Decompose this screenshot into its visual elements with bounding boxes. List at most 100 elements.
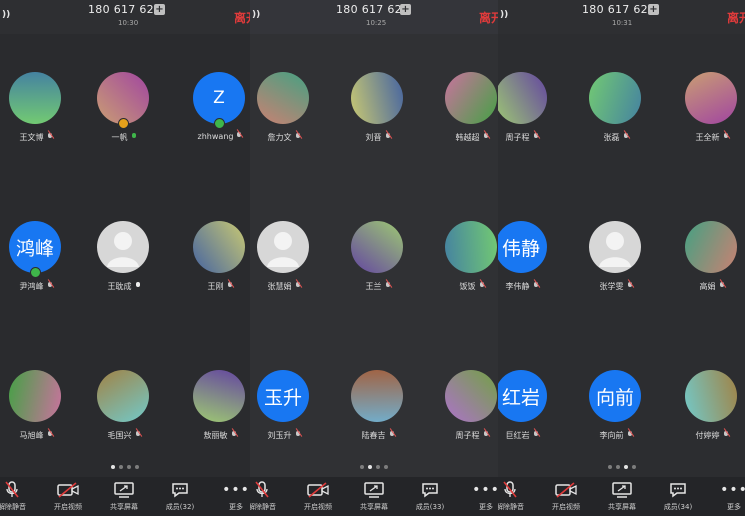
participant-name-row: 李伟静 <box>498 281 558 292</box>
participant-name: 王耽成 <box>107 282 132 291</box>
participant-tile[interactable]: 周子程 <box>498 72 558 162</box>
members-button[interactable]: 成员(33) <box>405 481 455 512</box>
speaker-icon[interactable]: )) <box>252 10 260 20</box>
mic-icon <box>131 133 137 141</box>
more-icon: ••• <box>472 482 498 498</box>
participant-tile[interactable]: Zzhhwang <box>184 72 250 162</box>
participant-tile[interactable]: 王耽成 <box>88 221 160 311</box>
unmute-button[interactable]: 解除静音 <box>0 481 37 512</box>
avatar-photo <box>9 370 61 422</box>
page-dot[interactable] <box>623 465 628 469</box>
shield-icon[interactable]: + <box>154 4 165 15</box>
participant-name: 一帆 <box>111 133 128 142</box>
participant-tile[interactable]: 刘晋 <box>342 72 414 162</box>
page-indicator[interactable] <box>498 465 745 469</box>
leave-button[interactable]: 离开 <box>479 9 498 26</box>
share-screen-icon <box>349 481 399 499</box>
video-off-icon <box>541 481 591 499</box>
participant-name: 巨红岩 <box>505 431 530 440</box>
members-button[interactable]: 成员(32) <box>155 481 205 512</box>
shield-icon[interactable]: + <box>400 4 411 15</box>
shield-icon[interactable]: + <box>648 4 659 15</box>
participant-tile[interactable]: 毛国兴 <box>88 370 160 460</box>
start-video-button[interactable]: 开启视频 <box>43 481 93 512</box>
members-button[interactable]: 成员(34) <box>653 481 703 512</box>
mic-muted-icon <box>47 282 53 290</box>
page-dot[interactable] <box>607 465 612 469</box>
host-badge-icon <box>118 118 129 129</box>
page-dot[interactable] <box>135 465 139 469</box>
avatar-photo <box>193 221 245 273</box>
participant-tile[interactable]: 周子程 <box>436 370 498 460</box>
page-dot[interactable] <box>376 465 380 469</box>
meeting-time: 10:31 <box>612 19 633 27</box>
speaker-icon[interactable]: )) <box>2 10 10 20</box>
share-label: 共享屏幕 <box>110 503 138 511</box>
more-button[interactable]: ••• 更多 <box>461 481 498 512</box>
participant-tile[interactable]: 王全新 <box>676 72 745 162</box>
more-label: 更多 <box>229 503 243 511</box>
participant-tile[interactable]: 敖丽敏 <box>184 370 250 460</box>
meeting-number: 180 617 623 <box>88 3 162 16</box>
participant-name-row: 刘晋 <box>342 132 414 143</box>
share-screen-button[interactable]: 共享屏幕 <box>349 481 399 512</box>
page-indicator[interactable] <box>250 465 498 469</box>
participant-tile[interactable]: 玉升 刘玉升 <box>250 370 320 460</box>
participant-tile[interactable]: 韩越超 <box>436 72 498 162</box>
speaker-icon[interactable]: )) <box>500 10 508 20</box>
participant-tile[interactable]: 一帆 <box>88 72 160 162</box>
participant-tile[interactable]: 陆春吉 <box>342 370 414 460</box>
mute-label: 解除静音 <box>498 503 524 511</box>
participant-tile[interactable]: 红岩 巨红岩 <box>498 370 558 460</box>
participant-name: 李伟静 <box>505 282 530 291</box>
participant-name-row: 王耽成 <box>88 281 160 292</box>
start-video-button[interactable]: 开启视频 <box>541 481 591 512</box>
participant-tile[interactable]: 王文博 <box>0 72 72 162</box>
call-header: )) 180 617 623 +10:25 离开 <box>250 0 498 34</box>
page-dot[interactable] <box>111 465 115 469</box>
page-indicator[interactable] <box>0 465 250 469</box>
participant-name-row: 詹力文 <box>250 132 320 143</box>
participant-tile[interactable]: 饭饭 <box>436 221 498 311</box>
leave-button[interactable]: 离开 <box>727 9 745 26</box>
avatar-initials: 伟静 <box>498 221 547 273</box>
page-dot[interactable] <box>615 465 620 469</box>
more-button[interactable]: ••• 更多 <box>211 481 250 512</box>
participant-tile[interactable]: 伟静李伟静 <box>498 221 558 311</box>
participant-tile[interactable]: 马旭峰 <box>0 370 72 460</box>
unmute-button[interactable]: 解除静音 <box>250 481 287 512</box>
start-video-button[interactable]: 开启视频 <box>293 481 343 512</box>
share-screen-button[interactable]: 共享屏幕 <box>597 481 647 512</box>
unmute-button[interactable]: 解除静音 <box>498 481 535 512</box>
participant-tile[interactable]: 王兰 <box>342 221 414 311</box>
page-dot[interactable] <box>384 465 388 469</box>
participant-tile[interactable]: 王刚 <box>184 221 250 311</box>
members-icon <box>155 481 205 499</box>
participant-tile[interactable]: 鸿峰 尹鸿峰 <box>0 221 72 311</box>
participant-tile[interactable]: 詹力文 <box>250 72 320 162</box>
meeting-time: 10:25 <box>366 19 387 27</box>
mic-muted-icon <box>250 481 287 499</box>
default-avatar-icon <box>97 221 149 273</box>
share-screen-button[interactable]: 共享屏幕 <box>99 481 149 512</box>
more-button[interactable]: ••• 更多 <box>709 481 745 512</box>
participant-name-row: 刘玉升 <box>250 430 320 441</box>
page-dot[interactable] <box>368 465 372 469</box>
page-dot[interactable] <box>631 465 636 469</box>
participant-tile[interactable]: 向前 李向前 <box>580 370 652 460</box>
page-dot[interactable] <box>360 465 364 469</box>
participant-tile[interactable]: 高娟 <box>676 221 745 311</box>
avatar-initials: Z <box>193 72 245 124</box>
leave-button[interactable]: 离开 <box>234 9 250 26</box>
meeting-screen-3: ))180 617 623+10:31离开周子程张磊王全新伟静李伟静张学雯高娟红… <box>498 0 745 516</box>
page-dot[interactable] <box>119 465 123 469</box>
mic-muted-icon <box>627 282 633 290</box>
page-dot[interactable] <box>127 465 131 469</box>
more-icon: ••• <box>222 482 250 498</box>
participant-name-row: 饭饭 <box>436 281 498 292</box>
participant-tile[interactable]: 付婷婷 <box>676 370 745 460</box>
mic-muted-icon <box>479 282 485 290</box>
participant-tile[interactable]: 张磊 <box>580 72 652 162</box>
participant-tile[interactable]: 张学雯 <box>580 221 652 311</box>
participant-tile[interactable]: 张慧娟 <box>250 221 320 311</box>
